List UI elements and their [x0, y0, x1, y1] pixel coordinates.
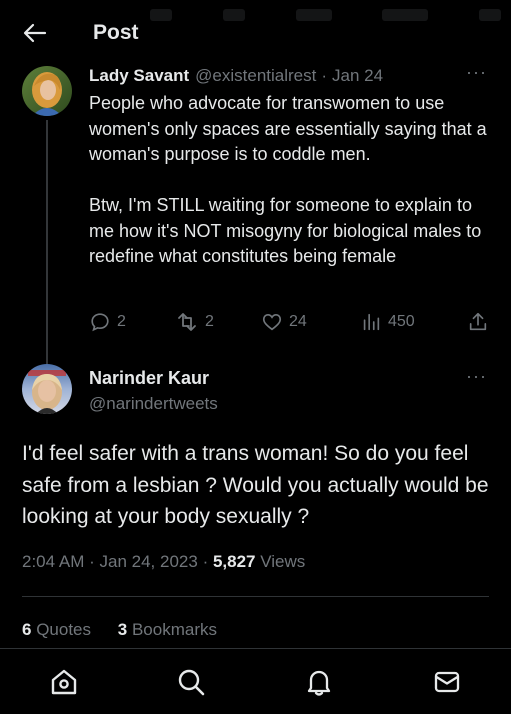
page-title: Post: [93, 21, 139, 44]
avatar[interactable]: [22, 364, 72, 414]
speech-bubble-icon: [91, 313, 109, 332]
author-name[interactable]: Narinder Kaur: [89, 368, 209, 389]
views-button[interactable]: 450: [360, 311, 415, 333]
envelope-icon: [434, 671, 460, 693]
nav-notifications[interactable]: [304, 667, 334, 697]
header-faded-action-row: [150, 4, 501, 26]
share-icon: [469, 312, 487, 331]
bell-icon: [307, 670, 331, 696]
like-count: 24: [289, 313, 307, 330]
more-options-icon[interactable]: ···: [466, 366, 487, 387]
arrow-left-icon: [23, 23, 47, 43]
nav-search[interactable]: [176, 667, 206, 697]
separator-dot: ·: [202, 552, 209, 571]
search-icon: [178, 669, 205, 696]
avatar[interactable]: [22, 66, 72, 116]
tweet-meta: 2:04 AM · Jan 24, 2023 · 5,827 Views: [22, 552, 305, 572]
tweet-header: Lady Savant @existentialrest · Jan 24: [89, 66, 491, 86]
views-count: 5,827: [212, 552, 256, 571]
reply-count: 2: [117, 313, 126, 330]
author-handle[interactable]: @existentialrest: [195, 66, 316, 86]
nav-messages[interactable]: [432, 667, 462, 697]
bar-chart-icon: [363, 313, 380, 331]
separator-dot: ·: [89, 552, 95, 571]
header: Post: [0, 0, 511, 66]
app-root: Post Lady Savant @existentialrest · Jan …: [0, 0, 511, 714]
post-date[interactable]: Jan 24, 2023: [100, 552, 198, 571]
repost-button[interactable]: 2: [175, 311, 214, 333]
bottom-nav: [0, 648, 511, 714]
tweet-text: People who advocate for transwomen to us…: [89, 93, 487, 266]
post-time[interactable]: 2:04 AM: [22, 552, 84, 571]
repost-count: 2: [205, 313, 214, 330]
avatar-image: [22, 364, 72, 414]
quotes-count: 6: [22, 620, 32, 639]
divider: [22, 596, 489, 597]
author-handle[interactable]: @narindertweets: [89, 394, 218, 414]
tweet-text: I'd feel safer with a trans woman! So do…: [22, 442, 489, 528]
nav-home[interactable]: [49, 667, 79, 697]
quotes-link[interactable]: 6 Quotes: [22, 620, 91, 639]
engagement-stats: 6 Quotes 3 Bookmarks: [22, 620, 239, 640]
share-button[interactable]: [467, 311, 489, 333]
post-date[interactable]: Jan 24: [332, 66, 383, 86]
quotes-label: Quotes: [36, 620, 92, 639]
repost-icon: [178, 313, 196, 331]
views-count: 450: [388, 313, 415, 330]
reply-button[interactable]: 2: [89, 311, 126, 333]
heart-icon: [262, 314, 282, 331]
bookmarks-label: Bookmarks: [131, 620, 217, 639]
more-options-icon[interactable]: ···: [466, 62, 487, 83]
bookmarks-count: 3: [117, 620, 128, 639]
home-icon: [51, 669, 77, 695]
back-button[interactable]: [18, 20, 52, 46]
author-name[interactable]: Lady Savant: [89, 66, 189, 86]
tweet-actions: 2 2 24 450: [89, 310, 491, 334]
avatar-image: [22, 66, 72, 116]
separator-dot: ·: [321, 66, 328, 85]
views-label: Views: [260, 552, 306, 571]
like-button[interactable]: 24: [261, 311, 307, 333]
bookmarks-link[interactable]: 3 Bookmarks: [118, 620, 217, 639]
